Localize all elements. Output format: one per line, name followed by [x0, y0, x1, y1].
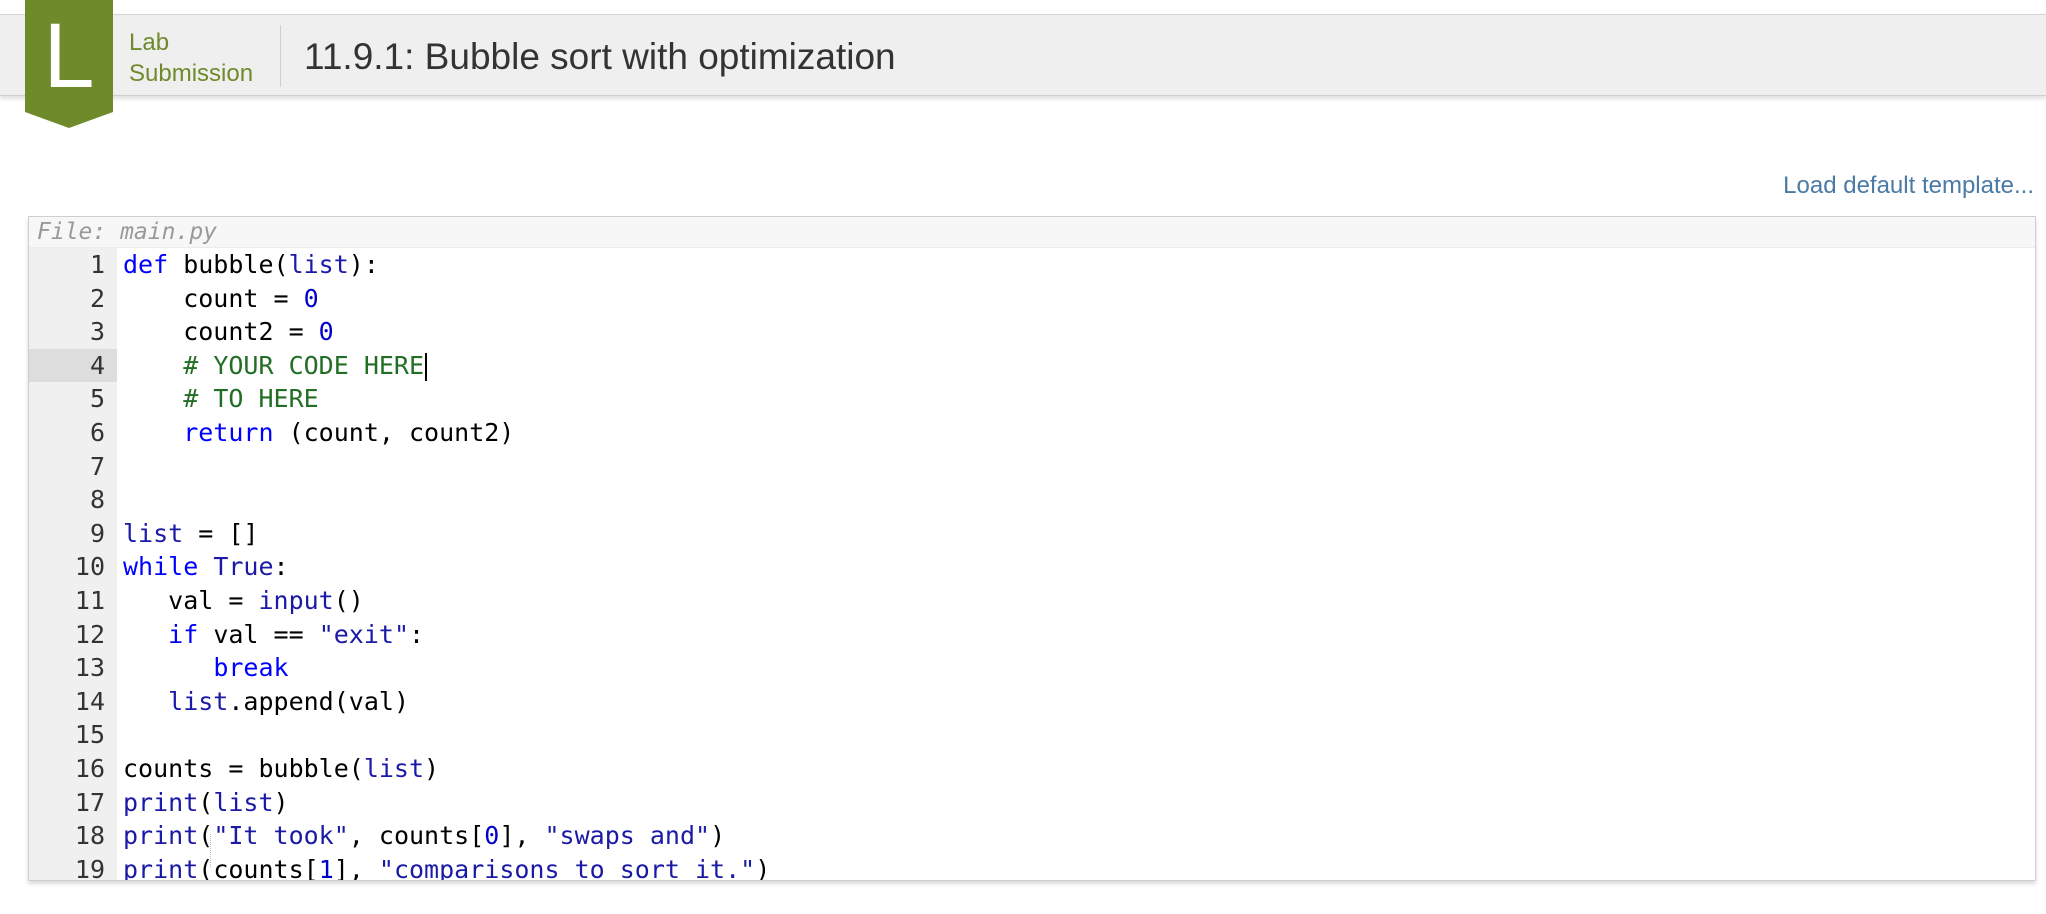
code-line[interactable]: 13 break — [29, 651, 2035, 685]
code-line[interactable]: 9 list = [] — [29, 517, 2035, 551]
code-text[interactable]: # YOUR CODE HERE — [123, 349, 428, 383]
page-title: 11.9.1: Bubble sort with optimization — [304, 36, 896, 77]
code-text[interactable]: count2 = 0 — [123, 315, 334, 349]
code-line[interactable]: 6 return (count, count2) — [29, 416, 2035, 450]
code-line[interactable]: 17 print(list) — [29, 786, 2035, 820]
line-number: 6 — [89, 417, 105, 447]
code-text[interactable]: return (count, count2) — [123, 416, 514, 450]
code-line[interactable]: 5 # TO HERE — [29, 382, 2035, 416]
code-line[interactable]: 19 print(counts[1], "comparisons to sort … — [29, 853, 2035, 881]
code-line[interactable]: 10 while True: — [29, 550, 2035, 584]
code-text[interactable]: counts = bubble(list) — [123, 752, 439, 786]
line-number: 4 — [29, 348, 117, 383]
lab-badge-icon: L — [25, 0, 113, 128]
code-line[interactable]: 1 def bubble(list): — [29, 248, 2035, 282]
code-line[interactable]: 14 list.append(val) — [29, 685, 2035, 719]
code-line[interactable]: 4 # YOUR CODE HERE — [29, 348, 2035, 383]
line-number: 11 — [74, 585, 105, 615]
line-number: 18 — [74, 821, 105, 851]
line-number: 12 — [74, 619, 105, 649]
line-number: 8 — [89, 485, 105, 515]
code-text[interactable]: print(list) — [123, 786, 289, 820]
load-default-template-link[interactable]: Load default template... — [1783, 172, 2034, 200]
text-cursor — [425, 352, 428, 381]
code-line[interactable]: 12 if val == "exit": — [29, 618, 2035, 652]
code-line[interactable]: 2 count = 0 — [29, 282, 2035, 316]
code-lines[interactable]: 1 def bubble(list): 2 count = 03 count2 = … — [29, 248, 2035, 880]
line-number: 17 — [74, 787, 105, 817]
code-text[interactable]: list.append(val) — [123, 685, 409, 719]
header-divider — [280, 25, 281, 87]
line-number: 15 — [74, 720, 105, 750]
code-line[interactable]: 3 count2 = 0 — [29, 315, 2035, 349]
code-line[interactable]: 16 counts = bubble(list) — [29, 752, 2035, 786]
line-number: 2 — [89, 283, 105, 313]
line-number: 1 — [89, 250, 105, 279]
line-number: 5 — [89, 384, 105, 414]
code-text[interactable]: break — [123, 651, 288, 685]
file-name-label: File: main.py — [29, 217, 2035, 248]
line-number: 13 — [74, 653, 105, 683]
code-line[interactable]: 18 print("It took", counts[0], "swaps and… — [29, 819, 2035, 853]
line-number: 14 — [74, 686, 105, 716]
line-number: 19 — [74, 854, 105, 881]
line-number: 9 — [89, 518, 105, 548]
code-line[interactable]: 7 — [29, 450, 2035, 484]
code-text[interactable]: val = input() — [123, 584, 364, 618]
code-line[interactable]: 8 — [29, 483, 2035, 517]
badge-letter: L — [43, 5, 95, 107]
code-text[interactable]: print(counts[1], "comparisons to sort it… — [123, 853, 770, 880]
line-number: 16 — [74, 753, 105, 783]
code-text[interactable]: if val == "exit": — [123, 618, 424, 652]
code-text[interactable]: while True: — [123, 550, 289, 584]
code-text[interactable]: count = 0 — [123, 282, 318, 316]
activity-type-label: Lab Submission — [129, 29, 254, 87]
code-text[interactable]: def bubble(list): — [123, 248, 379, 282]
line-number: 7 — [89, 451, 105, 481]
code-editor[interactable]: File: main.py 1 def bubble(list): 2 count … — [28, 216, 2036, 881]
lab-header: Lab Submission 11.9.1: Bubble sort with … — [0, 14, 2046, 96]
code-text[interactable]: list = [] — [123, 517, 258, 551]
line-number: 10 — [74, 552, 105, 582]
code-text[interactable]: # TO HERE — [123, 382, 318, 416]
code-line[interactable]: 11 val = input() — [29, 584, 2035, 618]
indent-guide — [210, 834, 212, 867]
line-number: 3 — [89, 317, 105, 347]
code-text[interactable]: print("It took", counts[0], "swaps and") — [123, 819, 725, 853]
code-line[interactable]: 15 — [29, 718, 2035, 752]
